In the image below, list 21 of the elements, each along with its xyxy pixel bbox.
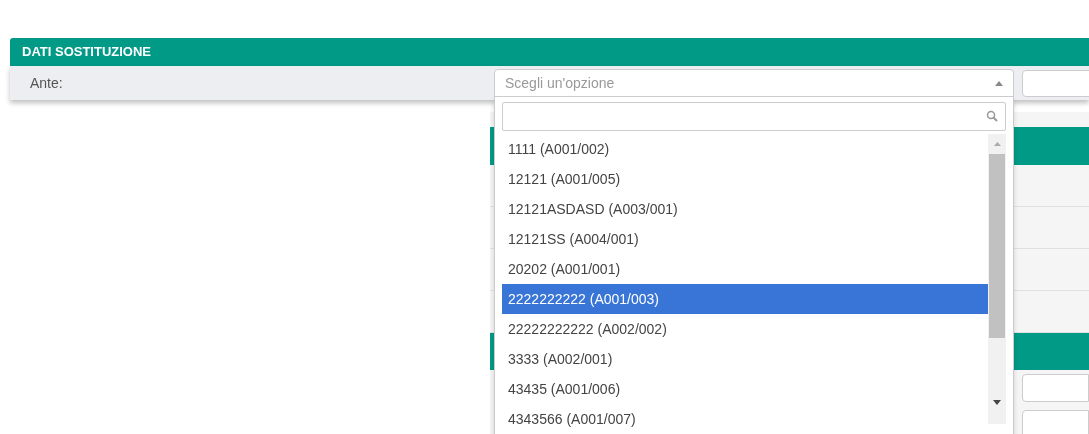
dropdown-option[interactable]: 2222222222 (A001/003) xyxy=(502,284,988,314)
dropdown-option[interactable]: 1111 (A001/002) xyxy=(502,134,988,164)
dropdown-option[interactable]: 3333 (A002/001) xyxy=(502,344,988,374)
section-title: DATI SOSTITUZIONE xyxy=(22,43,152,62)
search-icon xyxy=(986,110,998,122)
dropdown-option[interactable]: 12121ASDASD (A003/001) xyxy=(502,194,988,224)
dropdown-option[interactable]: 4343566 (A001/007) xyxy=(502,404,988,434)
dropdown-option[interactable]: 22222222222 (A002/002) xyxy=(502,314,988,344)
scroll-down-icon xyxy=(993,400,1001,405)
dropdown-option[interactable]: 12121SS (A004/001) xyxy=(502,224,988,254)
scrollbar-thumb[interactable] xyxy=(989,154,1005,338)
caret-icon xyxy=(995,80,1003,86)
dropdown-option[interactable]: 12121 (A001/005) xyxy=(502,164,988,194)
dropdown-option[interactable]: 20202 (A001/001) xyxy=(502,254,988,284)
scroll-up-icon xyxy=(993,142,1001,146)
input-field[interactable] xyxy=(1022,70,1089,97)
input-field[interactable] xyxy=(1022,410,1089,434)
dropdown-option[interactable]: 43435 (A001/006) xyxy=(502,374,988,404)
search-field[interactable] xyxy=(502,102,1006,131)
input-field[interactable] xyxy=(1022,374,1089,402)
field-label: Ante: xyxy=(30,73,63,93)
